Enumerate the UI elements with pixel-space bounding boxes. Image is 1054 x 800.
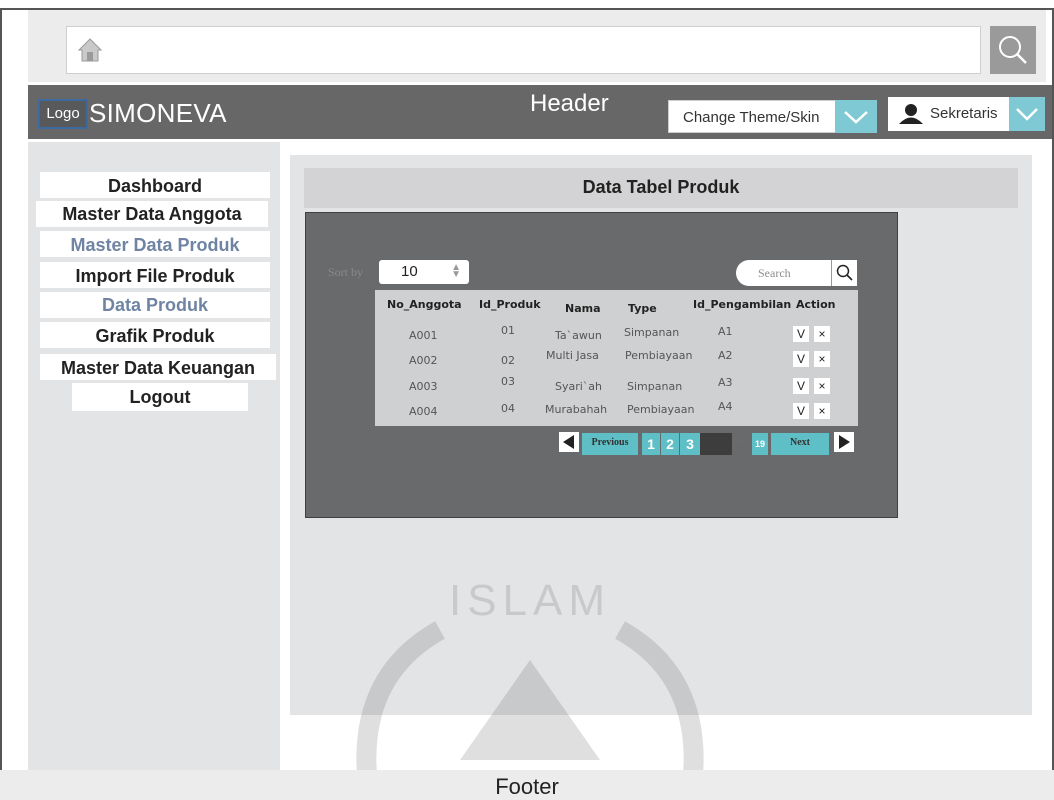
table-cell: 03 xyxy=(501,375,515,388)
change-theme-button[interactable]: Change Theme/Skin xyxy=(668,100,877,133)
column-header: Action xyxy=(796,298,836,311)
home-icon[interactable] xyxy=(77,37,103,63)
table-cell: 04 xyxy=(501,402,515,415)
approve-button[interactable]: V xyxy=(793,351,809,367)
sidebar-item-data-produk[interactable]: Data Produk xyxy=(40,292,270,318)
table-cell: A3 xyxy=(718,376,733,389)
table-cell: Pembiayaan xyxy=(625,349,693,362)
svg-text:ISLAM: ISLAM xyxy=(449,576,611,625)
user-menu-button[interactable]: Sekretaris xyxy=(888,97,1045,131)
table-search-button[interactable] xyxy=(831,260,857,286)
logo: Logo xyxy=(38,99,88,129)
spinner-icon: ▲ ▼ xyxy=(451,262,461,280)
approve-button[interactable]: V xyxy=(793,326,809,342)
approve-button[interactable]: V xyxy=(793,378,809,394)
column-header: Type xyxy=(628,302,657,315)
reject-button[interactable]: × xyxy=(814,326,830,342)
product-table: No_Anggota Id_Produk Nama Type Id_Pengam… xyxy=(375,290,858,426)
watermark-seal: ISLAM xyxy=(356,576,704,800)
sort-select[interactable]: 10 ▲ ▼ xyxy=(379,260,469,284)
approve-button[interactable]: V xyxy=(793,403,809,419)
sidebar-item-master-data-anggota[interactable]: Master Data Anggota xyxy=(36,201,268,227)
app-header: Logo SIMONEVA Header Change Theme/Skin S… xyxy=(28,85,1052,139)
column-header: Nama xyxy=(565,302,601,315)
page-title: Data Tabel Produk xyxy=(582,177,740,197)
table-cell: A2 xyxy=(718,349,733,362)
next-arrow-button[interactable] xyxy=(834,432,854,452)
table-cell: Multi Jasa xyxy=(546,349,599,362)
change-theme-label: Change Theme/Skin xyxy=(683,109,820,126)
table-cell: Ta`awun xyxy=(555,329,602,342)
page-spacer xyxy=(700,433,732,455)
reject-button[interactable]: × xyxy=(814,403,830,419)
table-cell: 02 xyxy=(501,354,515,367)
sort-value: 10 xyxy=(401,263,418,280)
search-placeholder: Search xyxy=(758,266,791,280)
table-cell: Pembiayaan xyxy=(627,403,695,416)
page-title-bar: Data Tabel Produk xyxy=(304,168,1018,208)
chevron-down-icon[interactable] xyxy=(1009,97,1045,131)
table-search-input[interactable]: Search xyxy=(736,260,831,286)
header-label: Header xyxy=(530,90,609,117)
sidebar-item-grafik-produk[interactable]: Grafik Produk xyxy=(40,322,270,348)
sidebar-item-master-data-produk[interactable]: Master Data Produk xyxy=(40,231,270,257)
table-cell: Simpanan xyxy=(624,326,680,339)
table-cell: Syari`ah xyxy=(555,380,603,393)
total-pages: 19 xyxy=(752,433,768,455)
table-cell: A1 xyxy=(718,325,733,338)
sidebar-item-logout[interactable]: Logout xyxy=(72,383,248,411)
page-1-button[interactable]: 1 xyxy=(642,433,660,455)
of-label: of xyxy=(736,437,744,447)
table-cell: A002 xyxy=(409,354,438,367)
search-icon xyxy=(999,36,1027,64)
search-icon xyxy=(836,264,853,281)
previous-button[interactable]: Previous xyxy=(582,433,638,455)
sort-label: Sort by xyxy=(328,265,364,279)
table-cell: A001 xyxy=(409,329,438,342)
table-cell: Murabahah xyxy=(545,403,608,416)
chevron-down-icon[interactable] xyxy=(835,100,877,133)
page-3-button[interactable]: 3 xyxy=(680,433,700,455)
column-header: Id_Produk xyxy=(479,298,541,311)
table-cell: A003 xyxy=(409,380,438,393)
page-2-button[interactable]: 2 xyxy=(661,433,679,455)
table-cell: A004 xyxy=(409,405,438,418)
sidebar-item-master-data-keuangan[interactable]: Master Data Keuangan xyxy=(40,354,276,380)
table-panel: Sort by 10 ▲ ▼ Search No_Anggota Id_Produ… xyxy=(305,212,898,518)
user-icon xyxy=(899,104,923,124)
app-name: SIMONEVA xyxy=(89,98,227,128)
user-name: Sekretaris xyxy=(930,105,998,122)
column-header: Id_Pengambilan xyxy=(693,298,792,311)
sidebar-item-dashboard[interactable]: Dashboard xyxy=(40,172,270,198)
footer-label: Footer xyxy=(495,774,559,799)
table-cell: A4 xyxy=(718,400,733,413)
reject-button[interactable]: × xyxy=(814,351,830,367)
next-button[interactable]: Next xyxy=(771,433,829,455)
address-bar[interactable] xyxy=(66,26,981,74)
previous-arrow-button[interactable] xyxy=(559,432,579,452)
table-cell: 01 xyxy=(501,324,515,337)
table-cell: Simpanan xyxy=(627,380,683,393)
reject-button[interactable]: × xyxy=(814,378,830,394)
column-header: No_Anggota xyxy=(387,298,462,311)
browser-bar xyxy=(28,10,1046,82)
sidebar-item-import-file-produk[interactable]: Import File Produk xyxy=(40,262,270,288)
browser-search-button[interactable] xyxy=(990,26,1036,74)
app-footer: Footer xyxy=(0,770,1054,800)
